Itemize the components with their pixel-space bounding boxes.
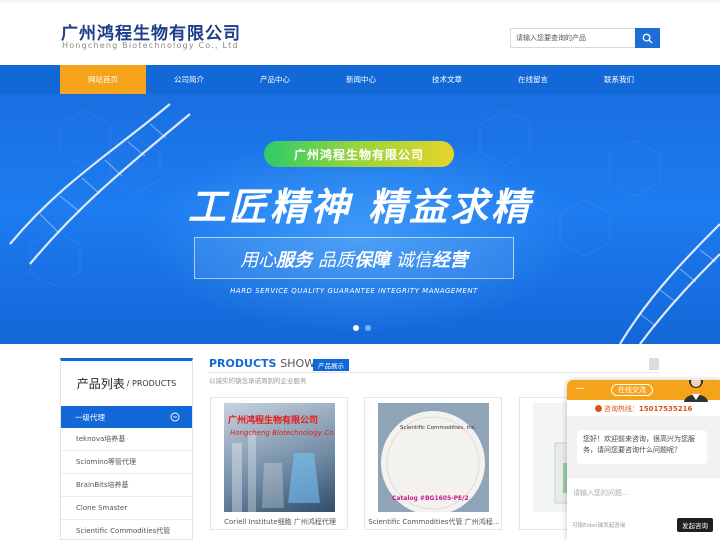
carousel-dots	[353, 325, 371, 331]
product-image[interactable]: Scientific Commodities, Inc. Catalog #BG…	[378, 403, 489, 512]
nav-item[interactable]: 网站首页	[60, 65, 146, 94]
page: 广州鸿程生物有限公司 Hongcheng Biotechnology Co., …	[0, 0, 720, 540]
online-chat-widget: — 在线交流 咨询热线：15017535216 您好！欢迎前来咨询，很高兴为您服…	[567, 380, 720, 540]
search-icon	[642, 33, 653, 44]
sidebar-item[interactable]: Sciomino等管代理	[61, 451, 192, 474]
logo-subtitle: Hongcheng Biotechnology Co., Ltd	[62, 41, 239, 50]
chat-hotline-label: 咨询热线：	[603, 405, 639, 413]
chat-greeting-bubble: 您好！欢迎前来咨询，很高兴为您服务，请问您要咨询什么问题呢？	[577, 430, 707, 464]
product-image-overlay-catalog: Catalog #BG1605-PE/2	[392, 495, 469, 502]
search-button[interactable]	[635, 28, 660, 48]
products-more-button[interactable]	[649, 358, 659, 370]
banner-slogan-segment: 用心	[240, 250, 277, 271]
banner-company-pill: 广州鸿程生物有限公司	[264, 141, 454, 167]
chat-title: 在线交流	[611, 384, 653, 396]
products-subtitle: 以诚实的镇念承诺周到的企业服务	[209, 377, 307, 385]
banner-slogan-segment: 经营	[431, 250, 468, 271]
nav-item[interactable]: 产品中心	[232, 65, 318, 94]
banner-slogan-segment: 保障	[354, 250, 390, 271]
nav-item[interactable]: 公司简介	[146, 65, 232, 94]
chat-enter-hint: 可按Enter键发起咨询	[572, 523, 626, 529]
nav-list: 网站首页 公司简介 产品中心 新闻中心 技术文章 在线留言 联系我们	[60, 65, 662, 94]
hero-banner[interactable]: 广州鸿程生物有限公司 工匠精神 精益求精 用心服务 品质保障 诚信经营 HARD…	[0, 94, 720, 344]
nav-item[interactable]: 联系我们	[576, 65, 662, 94]
product-caption[interactable]: Scientific Commodities代管 广州鸿程…	[365, 517, 501, 527]
phone-icon	[594, 405, 602, 412]
nav-item[interactable]: 在线留言	[490, 65, 576, 94]
carousel-dot[interactable]	[365, 325, 371, 331]
sidebar-title-cn: 产品列表	[76, 377, 125, 391]
products-header: PRODUCTS SHOW 产品展示	[209, 357, 659, 373]
product-image-overlay-en: Scientific Commodities, Inc.	[400, 425, 477, 431]
carousel-dot[interactable]	[353, 325, 359, 331]
sidebar-item[interactable]: teknova培养基	[61, 428, 192, 451]
sidebar-active-label: 一级代理	[75, 412, 105, 422]
banner-slogan-segment: 品质	[312, 250, 354, 271]
sidebar-item[interactable]: Clone Smaster	[61, 497, 192, 520]
product-image-overlay-cn: 广州鸿程生物有限公司	[228, 416, 319, 426]
sidebar-title-en: / PRODUCTS	[126, 379, 177, 388]
sidebar-item[interactable]: BrainBits培养基	[61, 474, 192, 497]
chat-hotline-number: 15017535216	[638, 405, 693, 413]
banner-slogan-english: HARD SERVICE QUALITY GUARANTEE INTEGRITY…	[230, 287, 478, 295]
products-title-en: PRODUCTS	[209, 357, 277, 370]
product-card[interactable]: 广州鸿程生物有限公司 Hongcheng Biotechnology Co. C…	[210, 397, 348, 530]
sidebar-item-active[interactable]: 一级代理	[61, 406, 192, 428]
products-title-en2: SHOW	[280, 357, 316, 370]
minimize-icon[interactable]: —	[575, 383, 585, 394]
product-image[interactable]: 广州鸿程生物有限公司 Hongcheng Biotechnology Co.	[224, 403, 335, 512]
product-card[interactable]: Scientific Commodities, Inc. Catalog #BG…	[364, 397, 502, 530]
site-header: 广州鸿程生物有限公司 Hongcheng Biotechnology Co., …	[0, 0, 720, 65]
minus-circle-icon[interactable]	[170, 412, 180, 422]
banner-slogan-segment: 诚信	[390, 250, 432, 271]
products-tag: 产品展示	[313, 359, 349, 371]
banner-slogan-secondary: 用心服务 品质保障 诚信经营	[194, 246, 514, 272]
banner-slogan-segment: 服务	[276, 250, 313, 271]
chat-send-button[interactable]: 发起咨询	[677, 518, 713, 532]
product-caption[interactable]: Coriell Institute细胞 广州鸿程代理	[211, 517, 347, 527]
products-title: PRODUCTS SHOW	[209, 357, 315, 370]
search-bar: 请输入您要查询的产品	[510, 28, 660, 48]
chat-hotline: 咨询热线：15017535216	[567, 404, 720, 414]
sidebar-list: teknova培养基 Sciomino等管代理 BrainBits培养基 Clone …	[61, 428, 192, 540]
nav-item[interactable]: 技术文章	[404, 65, 490, 94]
main-nav: 网站首页 公司简介 产品中心 新闻中心 技术文章 在线留言 联系我们	[0, 65, 720, 94]
banner-slogan: 工匠精神 精益求精	[187, 185, 533, 229]
product-category-sidebar: 产品列表 / PRODUCTS 一级代理 teknova培养基 Sciomino等…	[60, 358, 193, 540]
chat-input[interactable]: 请输入您的问题...	[573, 488, 629, 498]
product-image-overlay-en: Hongcheng Biotechnology Co.	[230, 429, 335, 437]
sidebar-item[interactable]: Scientific Commodities代管	[61, 520, 192, 540]
search-input[interactable]: 请输入您要查询的产品	[510, 28, 635, 48]
nav-item[interactable]: 新闻中心	[318, 65, 404, 94]
agent-avatar	[684, 380, 708, 402]
sidebar-title: 产品列表 / PRODUCTS	[61, 361, 192, 406]
